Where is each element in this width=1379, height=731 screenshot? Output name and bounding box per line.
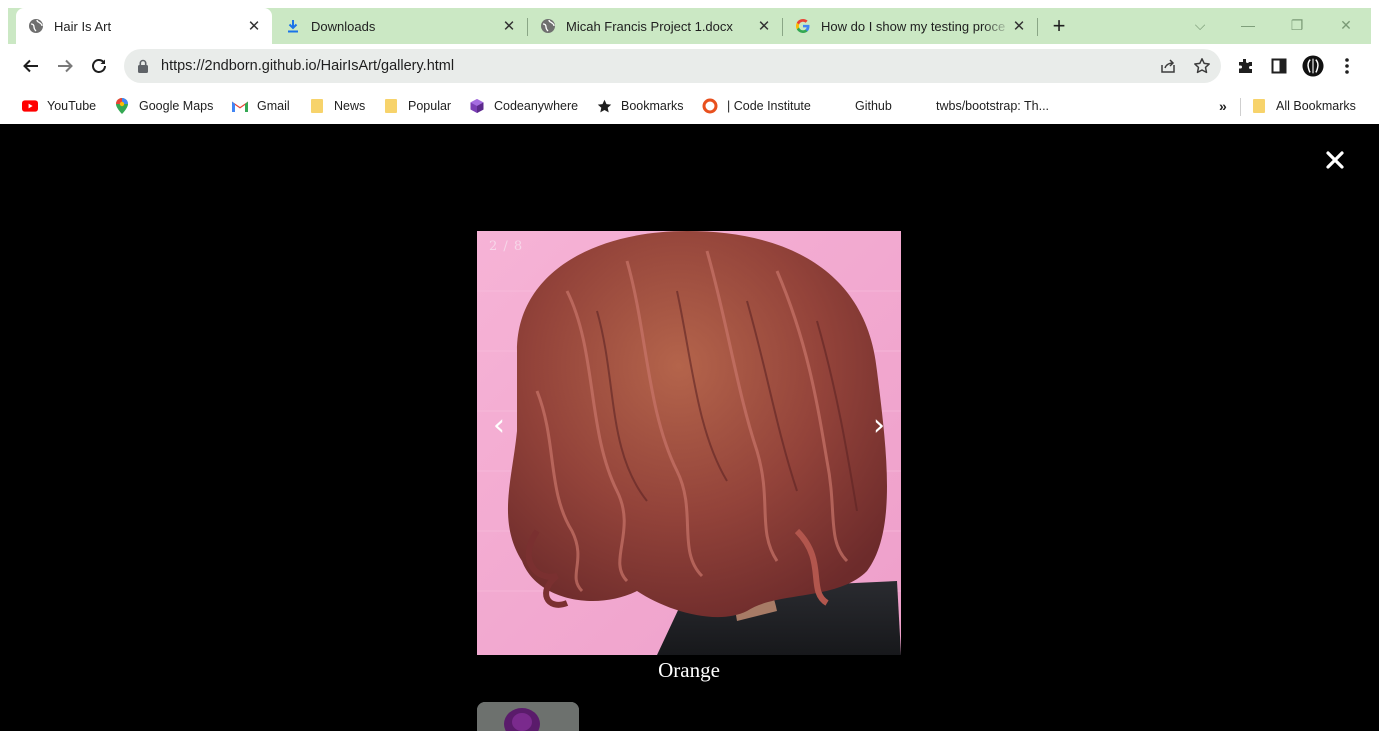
more-bookmarks-button[interactable]: »: [1219, 96, 1227, 116]
forward-button[interactable]: [53, 54, 77, 78]
tab-how-do-i-show[interactable]: How do I show my testing proce ✕: [783, 8, 1037, 44]
more-bookmarks-label: »: [1219, 98, 1227, 114]
bookmark-label: Github: [855, 99, 892, 113]
tab-hair-is-art[interactable]: Hair Is Art ✕: [16, 8, 272, 44]
prev-image-button[interactable]: ‹: [486, 409, 512, 443]
tab-close-icon[interactable]: ✕: [501, 18, 517, 35]
back-arrow-icon: [23, 59, 38, 73]
bookmark-label: Gmail: [257, 99, 290, 113]
reload-button[interactable]: [87, 54, 111, 78]
download-icon: [285, 18, 301, 34]
close-icon[interactable]: [1324, 149, 1346, 171]
new-tab-button[interactable]: +: [1048, 15, 1070, 38]
bookmark-label: News: [334, 99, 366, 113]
tab-close-icon[interactable]: ✕: [1011, 18, 1027, 35]
bookmark-label: Google Maps: [139, 99, 214, 113]
browser-chrome: Hair Is Art ✕ Downloads ✕ Micah Francis …: [8, 8, 1371, 124]
tab-title: Micah Francis Project 1.docx: [566, 18, 733, 34]
window-close-icon[interactable]: ✕: [1331, 14, 1361, 36]
browser-toolbar: https://2ndborn.github.io/HairIsArt/gall…: [8, 44, 1371, 88]
star-icon: [596, 98, 612, 114]
tab-search-icon[interactable]: ⌵: [1185, 14, 1215, 36]
share-icon[interactable]: [1159, 57, 1177, 75]
extensions-icon[interactable]: [1234, 55, 1256, 77]
lightbox-image: 2 / 8 ‹ ›: [477, 231, 901, 655]
back-button[interactable]: [19, 54, 43, 78]
globe-icon: [540, 18, 556, 34]
minimize-icon[interactable]: —: [1233, 14, 1263, 36]
tab-micah-francis-project[interactable]: Micah Francis Project 1.docx ✕: [528, 8, 782, 44]
bookmark-folder-popular[interactable]: Popular: [383, 96, 451, 116]
bookmark-star-icon[interactable]: [1193, 57, 1211, 75]
tab-title: How do I show my testing proce: [821, 18, 1006, 34]
cube-icon: [469, 98, 485, 114]
next-image-button[interactable]: ›: [866, 409, 892, 443]
folder-icon: [309, 98, 325, 114]
bookmark-label: Popular: [408, 99, 452, 113]
bookmark-code-institute[interactable]: | Code Institute: [702, 96, 811, 116]
ring-icon: [702, 98, 718, 114]
url-host: https://2ndborn.github.io: [161, 58, 317, 74]
bookmarks-separator: [1240, 98, 1241, 116]
bookmark-twbs-bootstrap[interactable]: twbs/bootstrap: Th...: [936, 96, 1049, 116]
side-panel-icon[interactable]: [1268, 55, 1290, 77]
tab-close-icon[interactable]: ✕: [756, 18, 772, 35]
maps-pin-icon: [114, 98, 130, 114]
bookmark-gmail[interactable]: Gmail: [232, 96, 290, 116]
tab-strip: Hair Is Art ✕ Downloads ✕ Micah Francis …: [8, 8, 1371, 44]
image-caption: Orange: [658, 658, 720, 682]
thumbnail-image: [477, 702, 579, 731]
google-icon: [795, 18, 811, 34]
bookmark-youtube[interactable]: YouTube: [22, 96, 96, 116]
tab-close-icon[interactable]: ✕: [246, 18, 262, 35]
bookmarks-bar: YouTube Google Maps Gmail News Popular C…: [8, 88, 1371, 124]
tab-downloads[interactable]: Downloads ✕: [273, 8, 527, 44]
forward-arrow-icon: [58, 59, 73, 73]
globe-icon: [28, 18, 44, 34]
folder-icon: [1251, 98, 1267, 114]
tab-title: Downloads: [311, 18, 376, 34]
lightbox-overlay[interactable]: 2 / 8 ‹ › Orange: [0, 124, 1379, 731]
tab-title: Hair Is Art: [54, 18, 112, 34]
bookmark-label: twbs/bootstrap: Th...: [936, 99, 1050, 113]
tab-separator: [1037, 18, 1038, 36]
address-bar[interactable]: https://2ndborn.github.io/HairIsArt/gall…: [124, 49, 1221, 83]
url-text[interactable]: https://2ndborn.github.io/HairIsArt/gall…: [161, 58, 1221, 74]
bookmark-github[interactable]: Github: [855, 96, 892, 116]
image-counter: 2 / 8: [489, 239, 524, 254]
all-bookmarks-folder[interactable]: All Bookmarks: [1251, 96, 1356, 116]
gmail-icon: [232, 98, 248, 114]
bookmark-google-maps[interactable]: Google Maps: [114, 96, 213, 116]
thumbnail[interactable]: [477, 702, 579, 731]
hair-photo: [477, 231, 901, 655]
profile-avatar[interactable]: [1302, 55, 1324, 77]
menu-kebab-icon[interactable]: [1336, 55, 1358, 77]
bookmark-label: | Code Institute: [727, 99, 811, 113]
bookmark-codeanywhere[interactable]: Codeanywhere: [469, 96, 578, 116]
bookmark-label: Codeanywhere: [494, 99, 579, 113]
youtube-icon: [22, 98, 38, 114]
lock-icon[interactable]: [137, 59, 151, 73]
bookmark-label: Bookmarks: [621, 99, 684, 113]
url-path: /HairIsArt/gallery.html: [316, 58, 455, 74]
bookmark-folder-news[interactable]: News: [309, 96, 365, 116]
bookmark-bookmarks[interactable]: Bookmarks: [596, 96, 684, 116]
all-bookmarks-label: All Bookmarks: [1276, 99, 1356, 113]
reload-icon: [92, 59, 106, 73]
bookmark-label: YouTube: [47, 99, 97, 113]
restore-icon[interactable]: ❐: [1282, 14, 1312, 36]
folder-icon: [383, 98, 399, 114]
